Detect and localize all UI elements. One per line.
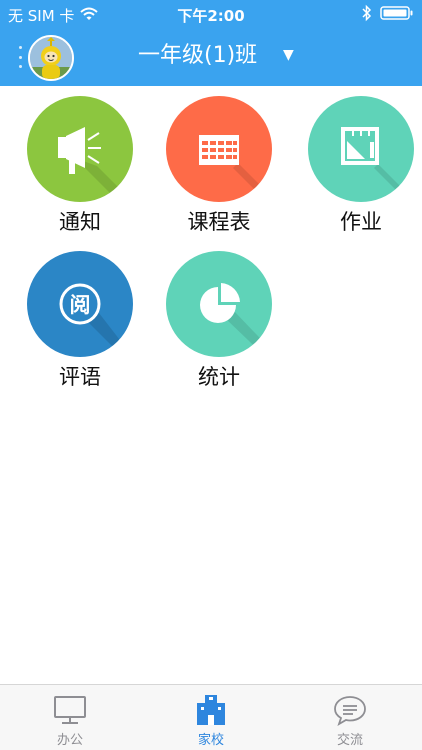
module-notice[interactable]: 通知 bbox=[25, 96, 135, 246]
module-homework-circle bbox=[308, 96, 414, 202]
avatar[interactable] bbox=[28, 35, 74, 81]
megaphone-icon bbox=[58, 127, 133, 202]
nav-bar: 一年级(1)班 ▼ bbox=[0, 28, 422, 86]
pie-chart-icon bbox=[200, 283, 272, 357]
monitor-icon bbox=[54, 696, 86, 724]
ruler-icon bbox=[341, 127, 414, 202]
module-notice-circle bbox=[27, 96, 133, 202]
module-homework[interactable]: 作业 bbox=[306, 96, 416, 246]
read-icon: 阅 bbox=[59, 283, 133, 357]
tab-office-label: 办公 bbox=[56, 733, 83, 748]
tab-home-school-label: 家校 bbox=[197, 733, 224, 748]
module-timetable-circle bbox=[166, 96, 272, 202]
status-bar: 无 SIM 卡 下午2:00 bbox=[0, 0, 422, 28]
module-timetable-label: 课程表 bbox=[187, 210, 251, 234]
battery-icon bbox=[380, 5, 414, 25]
chat-icon bbox=[334, 696, 366, 726]
bluetooth-icon bbox=[362, 4, 372, 26]
module-timetable[interactable]: 课程表 bbox=[164, 96, 274, 246]
tab-chat[interactable]: 交流 bbox=[300, 685, 400, 750]
tab-office[interactable]: 办公 bbox=[20, 685, 120, 750]
school-icon bbox=[197, 695, 225, 725]
caret-down-icon[interactable]: ▼ bbox=[283, 45, 294, 65]
module-comments-label: 评语 bbox=[59, 365, 101, 389]
module-comments[interactable]: 阅 评语 bbox=[25, 251, 135, 401]
module-notice-label: 通知 bbox=[59, 210, 101, 234]
tab-chat-label: 交流 bbox=[336, 733, 363, 748]
module-statistics[interactable]: 统计 bbox=[164, 251, 274, 401]
class-selector-title[interactable]: 一年级(1)班 bbox=[138, 41, 257, 71]
module-statistics-circle bbox=[166, 251, 272, 357]
status-time: 下午2:00 bbox=[177, 7, 245, 25]
module-comments-circle: 阅 bbox=[27, 251, 133, 357]
tab-home-school[interactable]: 家校 bbox=[161, 685, 261, 750]
svg-text:阅: 阅 bbox=[70, 293, 91, 317]
tab-bar: 办公 家校 交流 bbox=[0, 684, 422, 750]
timetable-icon bbox=[199, 135, 272, 202]
module-homework-label: 作业 bbox=[340, 210, 382, 234]
module-statistics-label: 统计 bbox=[198, 365, 240, 389]
status-right bbox=[362, 4, 414, 26]
menu-dots-icon[interactable] bbox=[19, 46, 23, 68]
